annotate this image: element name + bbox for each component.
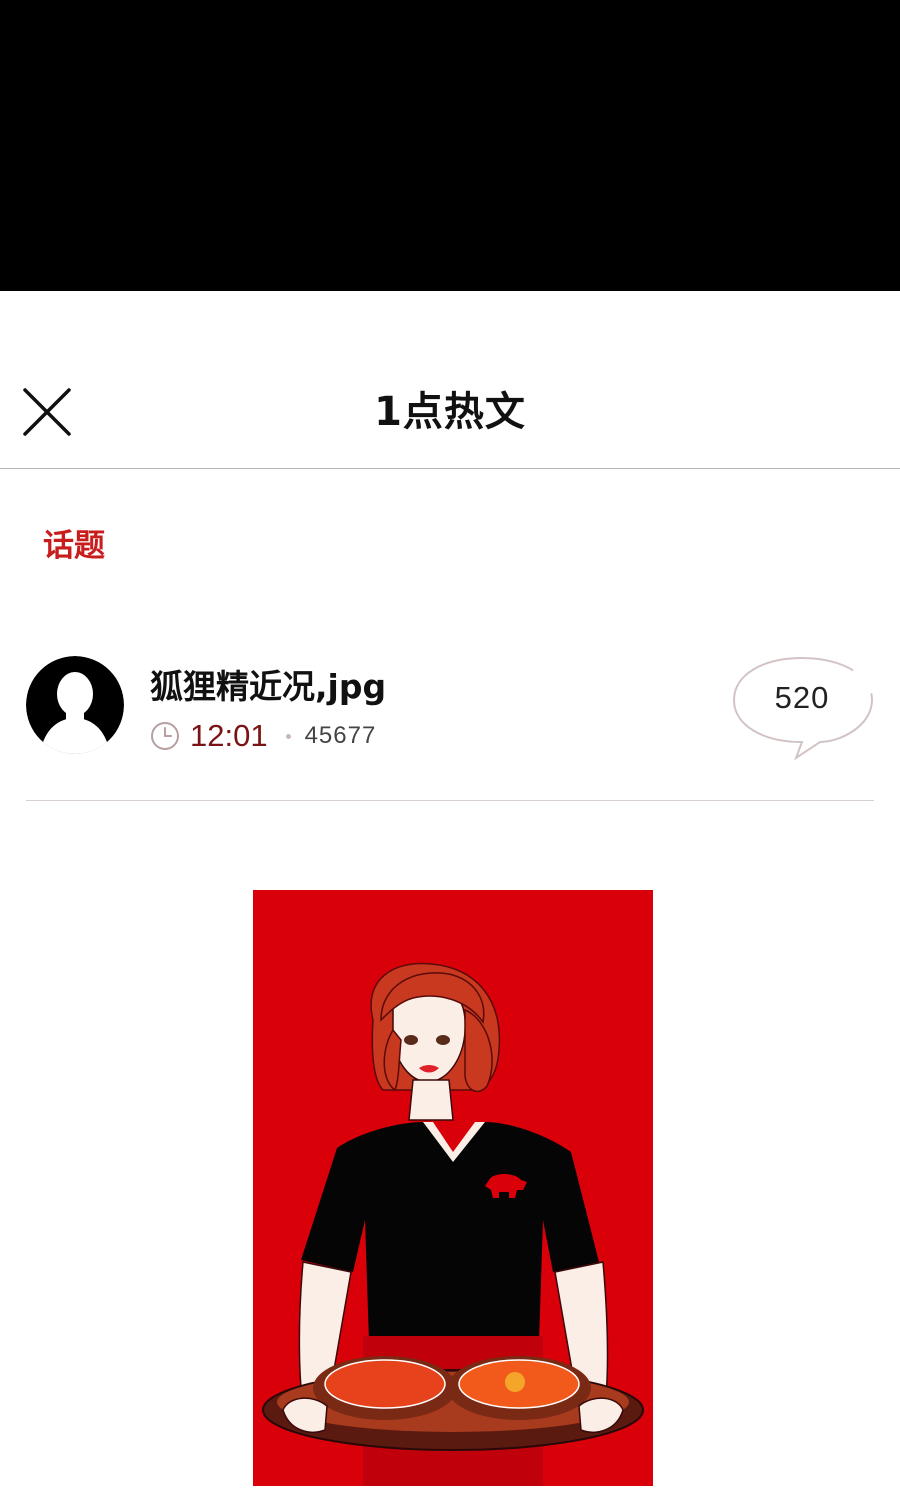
section-label[interactable]: 话题: [43, 520, 105, 565]
meta-separator: [285, 733, 291, 739]
avatar[interactable]: [26, 656, 124, 754]
illustration-woman-serving-pizza: [253, 890, 653, 1486]
post-meta: 12:01 45677: [150, 716, 376, 756]
post-title[interactable]: 狐狸精近况,jpg: [150, 660, 386, 708]
clock-icon: [151, 722, 179, 750]
nav-divider: [0, 468, 900, 469]
top-black-banner: [0, 0, 900, 291]
comment-button[interactable]: 520: [730, 654, 878, 764]
page: 1点热文 话题 狐狸精近况,jpg 12:01 45677 520: [0, 0, 900, 1511]
post-time: 12:01: [190, 718, 268, 753]
comment-count: 520: [774, 680, 830, 715]
post-header: 狐狸精近况,jpg 12:01 45677 520: [0, 650, 900, 800]
default-avatar-icon: [26, 656, 124, 754]
view-count: 45677: [304, 722, 377, 749]
header-divider: [26, 800, 874, 801]
nav-bar: 1点热文: [0, 291, 900, 469]
page-title: 1点热文: [374, 389, 526, 435]
article-image[interactable]: [253, 890, 653, 1486]
